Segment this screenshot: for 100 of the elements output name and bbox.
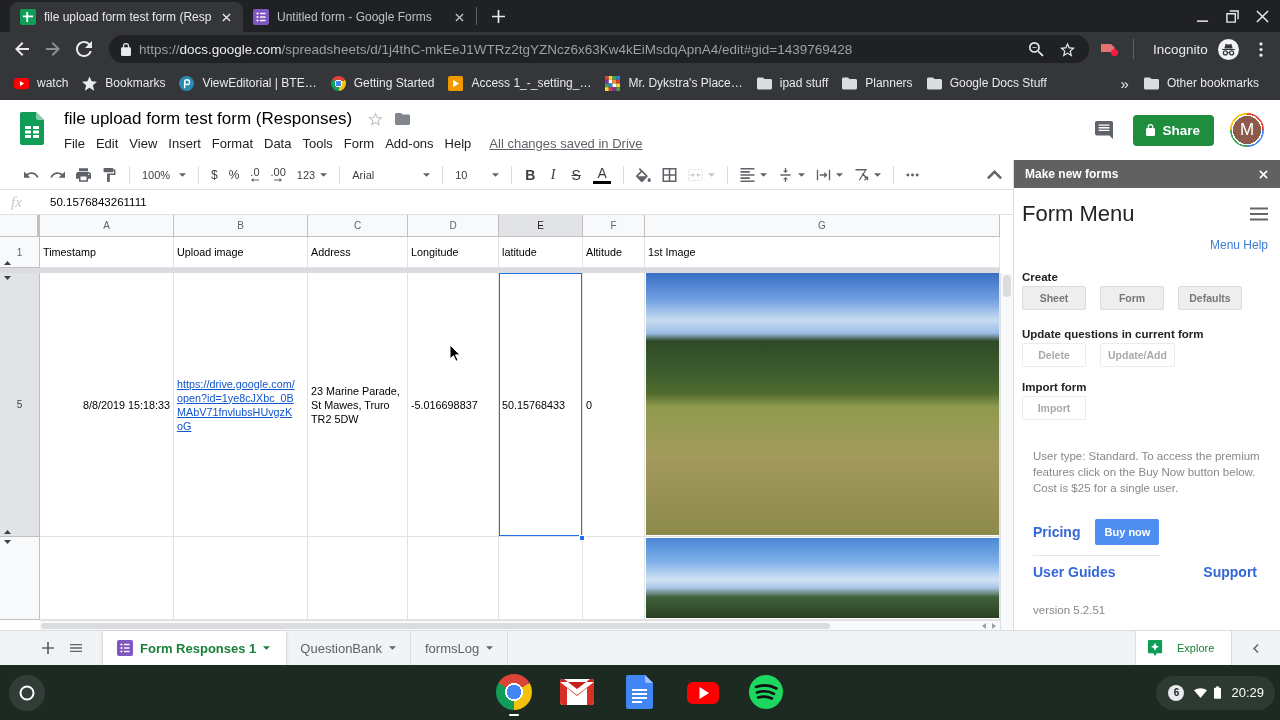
arcs-logo-icon[interactable] (748, 674, 784, 710)
percent-button[interactable]: % (228, 167, 240, 182)
caret-icon[interactable] (760, 172, 768, 177)
paint-roller-icon[interactable] (102, 167, 117, 182)
launcher-icon[interactable] (9, 674, 45, 711)
bookmark-item[interactable]: Planners (835, 70, 920, 96)
vertical-scrollbar[interactable] (1000, 273, 1013, 630)
text-rotation-icon[interactable] (854, 167, 870, 182)
number-format-dropdown[interactable]: 123 (296, 168, 328, 181)
bookmark-item[interactable]: Bookmarks (75, 70, 173, 96)
font-size-dropdown[interactable]: 10 (455, 168, 500, 181)
menu-item[interactable]: Add-ons (385, 135, 434, 151)
column-header[interactable]: A (40, 215, 174, 237)
caret-icon[interactable] (836, 172, 844, 177)
browser-tab[interactable]: file upload form test form (Resp (10, 2, 243, 32)
browser-tab[interactable]: Untitled form - Google Forms (243, 2, 476, 32)
strikethrough-button[interactable]: S (570, 166, 583, 183)
bookmark-item[interactable]: Other bookmarks (1136, 70, 1266, 96)
column-header[interactable]: G (645, 215, 1000, 237)
paint-bucket-icon[interactable] (636, 167, 652, 182)
comment-icon[interactable] (1095, 121, 1114, 139)
action-button[interactable]: Form (1100, 286, 1164, 310)
bookmark-item[interactable]: ipad stuff (749, 70, 836, 96)
save-status-link[interactable]: All changes saved in Drive (489, 135, 643, 151)
column-header[interactable]: E (499, 215, 583, 237)
help-link[interactable]: Menu Help (1209, 238, 1268, 252)
status-tray[interactable]: 6 20:29 (1156, 675, 1275, 710)
scrollbar-thumb[interactable] (1003, 275, 1011, 297)
profile-button[interactable]: Incognito (1153, 38, 1239, 60)
share-button[interactable]: Share (1133, 114, 1214, 146)
menu-item[interactable]: View (129, 135, 158, 151)
row-header[interactable]: 5 (0, 273, 40, 537)
action-button[interactable]: Defaults (1178, 286, 1242, 310)
borders-icon[interactable] (662, 167, 678, 182)
menu-item[interactable]: Insert (168, 135, 201, 151)
column-header[interactable]: D (408, 215, 499, 237)
bookmark-item[interactable]: Mr. Dykstra's Place… (598, 70, 750, 96)
vertical-align-icon[interactable] (778, 167, 794, 182)
triangle-icon[interactable] (4, 260, 11, 265)
bookmark-item[interactable]: ViewEditorial | BTE… (172, 70, 324, 96)
ring-logo-icon[interactable] (496, 674, 532, 710)
plus-icon[interactable] (492, 9, 505, 23)
zoom-dropdown[interactable]: 100% (142, 168, 186, 181)
menu-item[interactable]: File (64, 135, 85, 151)
decrease-decimals-button[interactable]: .0 (250, 167, 260, 182)
triangle-icon[interactable] (4, 275, 11, 280)
print-icon[interactable] (76, 167, 91, 182)
currency-button[interactable]: $ (211, 167, 218, 182)
bookmark-item[interactable]: Access 1_-_setting_… (441, 70, 599, 96)
caret-icon[interactable] (798, 172, 806, 177)
horizontal-scrollbar[interactable] (40, 620, 1000, 630)
back-arrow-icon[interactable] (14, 41, 30, 57)
bookmark-item[interactable]: Google Docs Stuff (919, 70, 1054, 96)
column-header[interactable]: C (308, 215, 408, 237)
url-link[interactable]: https://drive.google.com/open?id=1ye8cJXbc_0BMAbV71fnvlubsHUvgzKoG (177, 376, 297, 433)
account-avatar[interactable]: M (1230, 113, 1264, 147)
scrollbar-thumb[interactable] (41, 622, 830, 629)
support-link[interactable]: Support (1203, 564, 1257, 580)
bookmark-item[interactable]: Getting Started (323, 70, 442, 96)
bold-button[interactable]: B (524, 166, 537, 183)
menu-item[interactable]: Data (264, 135, 292, 151)
star-icon[interactable] (1060, 41, 1075, 57)
folder-icon[interactable] (395, 111, 411, 126)
increase-decimals-button[interactable]: .00 (270, 167, 286, 182)
bookmarks-overflow[interactable]: » (1120, 74, 1129, 92)
list-icon[interactable] (70, 642, 82, 654)
sheet-tab[interactable]: Form Responses 1 (103, 631, 287, 665)
chevron-up-icon[interactable] (987, 167, 1002, 182)
spreadsheet-icon[interactable] (20, 112, 44, 145)
row-header[interactable]: 1 (0, 237, 40, 268)
reload-icon[interactable] (76, 41, 92, 57)
font-dropdown[interactable]: Arial (352, 168, 431, 181)
zoom-out-icon[interactable] (1029, 41, 1044, 57)
menu-item[interactable]: Edit (95, 135, 119, 151)
address-bar[interactable]: https://docs.google.com/spreadsheets/d/1j4thC-mkEeJ1WTRz2tgYZNcz6x63Kw4kEiMsdqApnA4/edit#gid=1439769428 (109, 35, 1089, 63)
menu-item[interactable]: Help (444, 135, 472, 151)
column-header[interactable]: F (583, 215, 645, 237)
restore-icon[interactable] (1226, 9, 1239, 23)
italic-button[interactable]: I (547, 166, 560, 183)
column-header[interactable]: B (174, 215, 308, 237)
menu-item[interactable]: Format (211, 135, 253, 151)
forward-arrow-icon[interactable] (45, 41, 61, 57)
guides-link[interactable]: User Guides (1033, 564, 1116, 580)
menu-item[interactable]: Form (343, 135, 375, 151)
close-icon[interactable] (455, 12, 464, 22)
arrow-tag-icon[interactable] (1101, 41, 1119, 57)
more-icon[interactable] (906, 172, 920, 177)
align-left-icon[interactable] (740, 167, 756, 182)
star-icon[interactable] (368, 111, 384, 126)
chevron-left-icon[interactable] (1253, 643, 1259, 653)
document-title[interactable]: file upload form test form (Responses) (64, 108, 353, 129)
text-wrap-icon[interactable] (816, 167, 832, 182)
bookmark-item[interactable]: watch (7, 70, 76, 96)
more-icon[interactable] (1258, 41, 1263, 57)
pricing-link[interactable]: Pricing (1033, 524, 1081, 540)
fill-handle[interactable] (579, 535, 585, 541)
explore-button[interactable]: Explore (1135, 631, 1232, 665)
menu-icon[interactable] (1250, 207, 1268, 221)
action-button[interactable]: Sheet (1022, 286, 1086, 310)
text-color-button[interactable]: A (593, 165, 612, 184)
